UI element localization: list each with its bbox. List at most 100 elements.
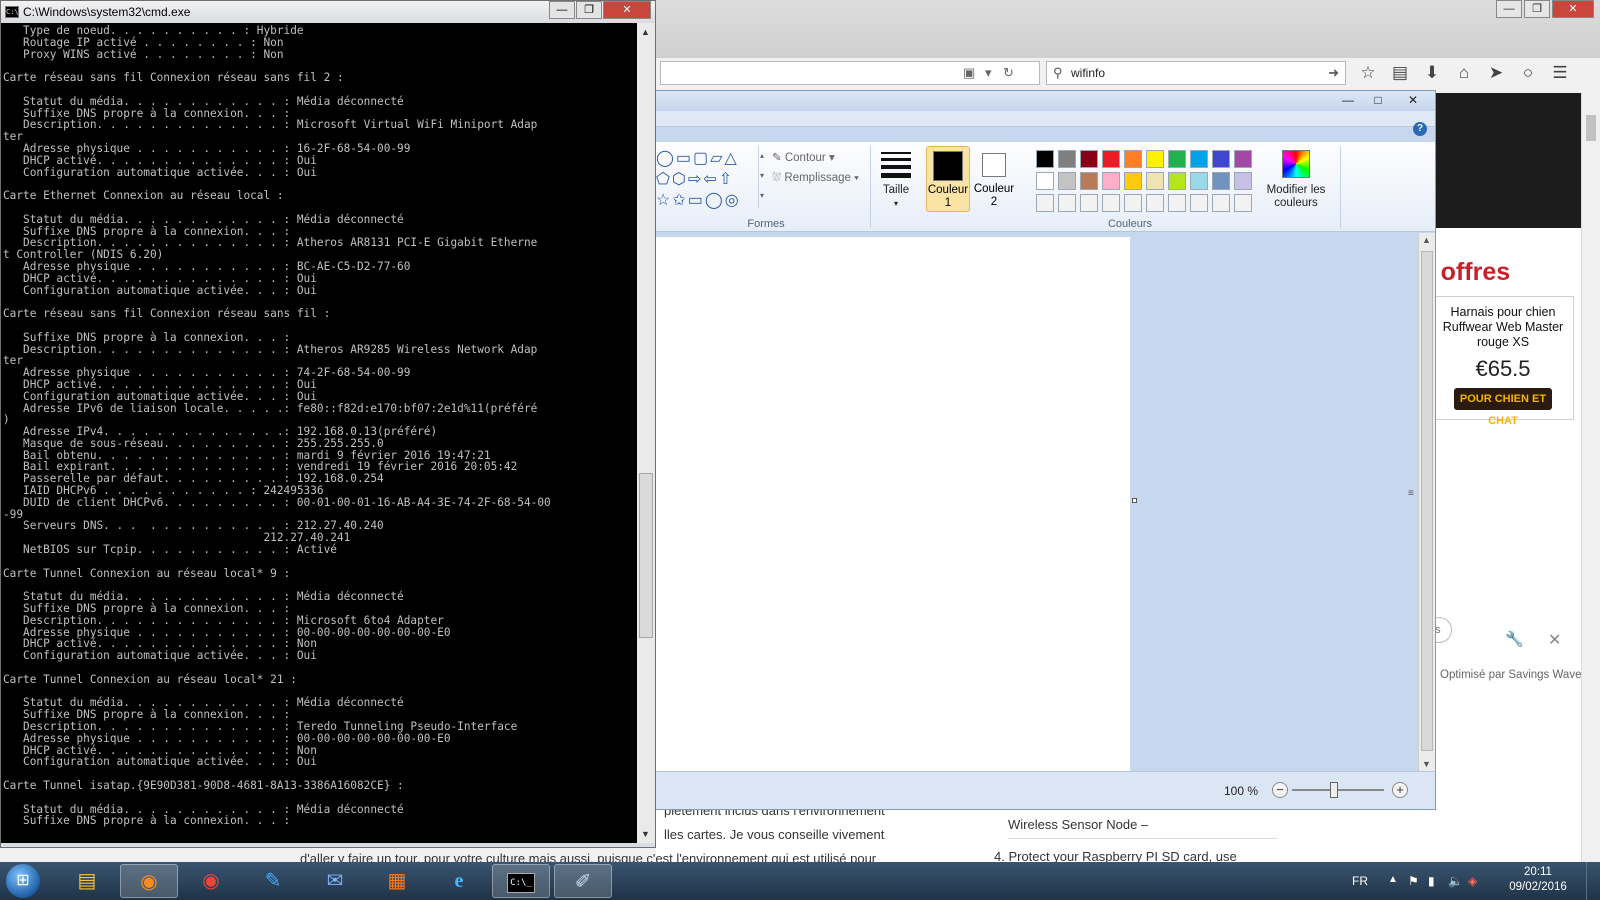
volume-icon[interactable]: 🔈 xyxy=(1448,874,1463,888)
size-button[interactable]: Taille ▾ xyxy=(874,148,918,210)
paint-statusbar: 100 % − + xyxy=(656,771,1435,809)
bookmark-star-icon[interactable]: ☆ xyxy=(1352,60,1384,86)
chrome-taskbar-icon[interactable]: ◉ xyxy=(182,864,240,898)
cmd-window: C:\ C:\Windows\system32\cmd.exe — ❐ ✕ Ty… xyxy=(0,0,656,848)
clock-time: 20:11 xyxy=(1524,866,1552,878)
windows-logo-icon: ⊞ xyxy=(16,872,30,889)
show-desktop-button[interactable] xyxy=(1586,862,1600,900)
flag-icon[interactable]: ⚑ xyxy=(1408,874,1419,888)
browser-window-controls: — ❐ ✕ xyxy=(1494,0,1594,18)
firefox-taskbar-icon[interactable]: ◉ xyxy=(120,864,178,898)
canvas-scrollbar[interactable]: ▲ ▼ xyxy=(1418,233,1435,771)
tray-arrow-icon[interactable]: ▲ xyxy=(1388,874,1398,885)
product-ad[interactable]: Harnais pour chien Ruffwear Web Master r… xyxy=(1432,296,1574,427)
thunderbird-taskbar-icon[interactable]: ✉ xyxy=(306,864,364,898)
network-icon[interactable]: ▮ xyxy=(1428,874,1435,888)
article-text: lles cartes. Je vous conseille vivement xyxy=(664,827,885,842)
zoom-out-icon[interactable]: − xyxy=(1272,782,1288,798)
shapes-gallery-scroll[interactable]: ▴ ▾ ▾ xyxy=(758,146,768,208)
canvas-resize-handle[interactable] xyxy=(1132,498,1137,503)
close-icon[interactable]: ✕ xyxy=(1394,91,1432,110)
divider xyxy=(1008,838,1278,839)
colors-group-label: Couleurs xyxy=(1107,218,1153,230)
shapes-gallery[interactable]: ◯▭▢▱△ ⬠⬡⇨⇦⇧ ☆✩▭◯◎ xyxy=(656,148,756,211)
outline-label: Contour xyxy=(784,152,826,164)
page-scrollbar-thumb[interactable] xyxy=(1586,115,1596,141)
cmd-taskbar-icon[interactable]: C:\_ xyxy=(492,864,550,898)
reader-icon[interactable]: ▣ xyxy=(963,65,975,81)
paint-ribbon-tabs xyxy=(656,111,1435,127)
fill-button[interactable]: ⛆ Remplissage ▾ xyxy=(772,172,859,185)
product-name-line: Ruffwear Web Master xyxy=(1442,320,1564,334)
bookmarks-list-icon[interactable]: ▤ xyxy=(1384,60,1416,86)
zoom-slider-thumb[interactable] xyxy=(1330,782,1339,798)
close-icon[interactable]: ✕ xyxy=(603,1,651,19)
colors-group: Couleurs xyxy=(920,142,1340,232)
outline-button[interactable]: ✎ Contour ▾ xyxy=(772,150,835,164)
start-button[interactable]: ⊞ xyxy=(6,864,40,898)
search-box[interactable]: ⚲ wifinfo ➜ xyxy=(1046,61,1346,85)
send-icon[interactable]: ➤ xyxy=(1480,60,1512,86)
offers-heading: r offres xyxy=(1424,258,1511,286)
size-icon xyxy=(874,152,918,178)
fill-label: Remplissage xyxy=(784,172,851,184)
product-name-line: rouge XS xyxy=(1476,335,1530,349)
scroll-up-icon[interactable]: ▲ xyxy=(1422,235,1431,245)
canvas-scrollbar-thumb[interactable] xyxy=(1421,251,1433,751)
drawing-canvas[interactable] xyxy=(656,237,1130,771)
vlc-taskbar-icon[interactable]: ✎ xyxy=(244,864,302,898)
clock[interactable]: 20:11 09/02/2016 xyxy=(1508,865,1568,895)
minimize-icon[interactable]: — xyxy=(1334,91,1362,110)
shapes-group-label: Formes xyxy=(747,218,785,230)
zoom-in-icon[interactable]: + xyxy=(1392,782,1408,798)
url-bar[interactable]: ▣ ▾ ↻ xyxy=(660,61,1040,85)
search-go-icon[interactable]: ➜ xyxy=(1328,62,1339,84)
reload-icon[interactable]: ↻ xyxy=(1003,65,1014,81)
scroll-down-icon[interactable]: ▼ xyxy=(641,829,650,839)
wrench-icon[interactable]: 🔧 xyxy=(1505,630,1524,648)
fill-icon: ⛆ xyxy=(772,172,785,184)
savings-wave-text: Optimisé par Savings Wave xyxy=(1440,669,1582,681)
canvas-area: ≡ xyxy=(656,233,1418,771)
maximize-icon[interactable]: □ xyxy=(1364,91,1392,110)
cmd-output: Type de noeud. . . . . . . . . . : Hybri… xyxy=(3,24,551,828)
home-icon[interactable]: ⌂ xyxy=(1448,60,1480,86)
maximize-icon[interactable]: ❐ xyxy=(1524,0,1550,18)
page-dark-banner xyxy=(1436,93,1581,228)
product-price: €65.5 xyxy=(1475,356,1531,381)
office-taskbar-icon[interactable]: ▦ xyxy=(368,864,426,898)
minimize-icon[interactable]: — xyxy=(549,1,575,19)
maximize-icon[interactable]: ❐ xyxy=(576,1,602,19)
security-icon[interactable]: ◈ xyxy=(1468,874,1477,888)
paint-window: — □ ✕ ? ◯▭▢▱△ ⬠⬡⇨⇦⇧ ☆✩▭◯◎ ▴ ▾ ▾ ✎ Contour ▾ … xyxy=(656,90,1436,810)
page-scrollbar[interactable] xyxy=(1581,93,1600,862)
minimize-icon[interactable]: — xyxy=(1496,0,1522,18)
scroll-down-icon[interactable]: ▼ xyxy=(1422,759,1431,769)
zoom-level: 100 % xyxy=(1224,784,1259,798)
cmd-titlebar: C:\ C:\Windows\system32\cmd.exe — ❐ ✕ xyxy=(1,1,655,23)
language-indicator[interactable]: FR xyxy=(1352,874,1368,888)
explorer-taskbar-icon[interactable]: ▤ xyxy=(58,864,116,898)
cmd-scrollbar-thumb[interactable] xyxy=(639,473,653,638)
ad-close-icon[interactable]: ✕ xyxy=(1548,630,1561,650)
cmd-console[interactable]: Type de noeud. . . . . . . . . . : Hybri… xyxy=(1,23,637,843)
scroll-up-icon[interactable]: ▲ xyxy=(641,27,650,37)
ribbon-separator xyxy=(1340,146,1341,228)
close-icon[interactable]: ✕ xyxy=(1552,0,1594,18)
download-icon[interactable]: ⬇ xyxy=(1416,60,1448,86)
shapes-group: ◯▭▢▱△ ⬠⬡⇨⇦⇧ ☆✩▭◯◎ ▴ ▾ ▾ ✎ Contour ▾ ⛆ Rempli… xyxy=(656,142,876,232)
paint-taskbar-icon[interactable]: ✐ xyxy=(554,864,612,898)
sidebar-link[interactable]: Wireless Sensor Node – xyxy=(1008,817,1148,832)
taskbar: ⊞ ▤ ◉ ◉ ✎ ✉ ▦ e C:\_ ✐ FR ▲ ⚑ ▮ 🔈 ◈ 20:1… xyxy=(0,862,1600,900)
menu-icon[interactable]: ☰ xyxy=(1544,60,1576,86)
size-label: Taille xyxy=(882,184,910,196)
cmd-scrollbar[interactable]: ▲ ▼ xyxy=(637,23,655,843)
search-icon: ⚲ xyxy=(1053,65,1063,80)
dropdown-icon[interactable]: ▾ xyxy=(985,65,992,81)
help-icon[interactable]: ? xyxy=(1413,122,1427,136)
search-input[interactable]: wifinfo xyxy=(1071,66,1105,80)
chat-icon[interactable]: ○ xyxy=(1512,60,1544,86)
ie-taskbar-icon[interactable]: e xyxy=(430,864,488,898)
splitter-grip-icon[interactable]: ≡ xyxy=(1408,488,1414,499)
shop-logo: POUR CHIEN ET CHAT xyxy=(1454,388,1552,427)
